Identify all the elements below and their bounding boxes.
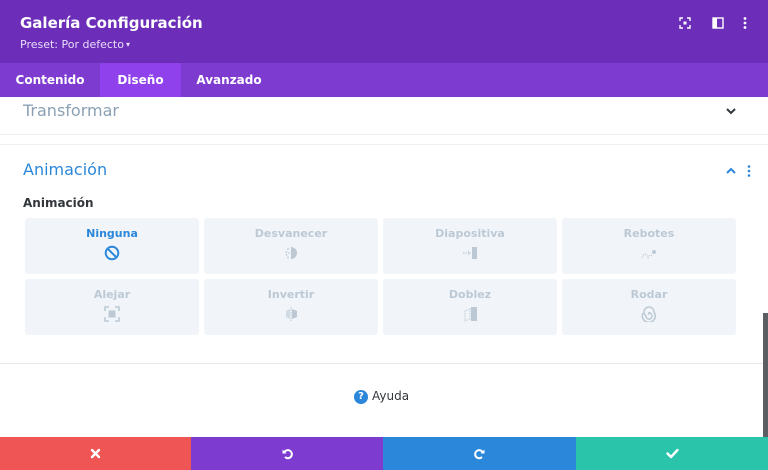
animation-option-bounce[interactable]: Rebotes [562,218,736,274]
chevron-up-icon[interactable] [724,164,738,178]
expand-icon[interactable] [678,16,692,30]
animation-option-fold[interactable]: Doblez [383,279,557,335]
option-label: Diapositiva [435,227,505,240]
animation-field-label: Animación [23,196,94,210]
modal-title: Galería Configuración [20,14,203,32]
scrollbar-thumb[interactable] [763,313,768,437]
tab-contenido[interactable]: Contenido [0,63,100,97]
animation-option-zoom[interactable]: Alejar [25,279,199,335]
zoom-icon [104,306,120,322]
option-label: Invertir [267,288,315,301]
caret-down-icon: ▾ [125,40,130,49]
modal-header: Galería Configuración Preset: Por defect… [0,0,768,63]
animation-option-none[interactable]: Ninguna [25,218,199,274]
redo-icon [474,449,485,460]
fold-icon [464,307,477,322]
roll-icon [641,306,657,322]
undo-icon [282,449,293,460]
section-options-icon[interactable] [747,165,751,177]
option-label: Alejar [93,288,131,301]
option-label: Rodar [630,288,668,301]
transform-section-title: Transformar [23,101,119,120]
animation-section: Animación Animación Ninguna Desvanecer D… [0,144,768,364]
animation-section-title[interactable]: Animación [23,160,107,179]
undo-button[interactable] [191,437,383,470]
animation-option-fade[interactable]: Desvanecer [204,218,378,274]
option-label: Doblez [448,288,492,301]
help-label: Ayuda [372,389,410,403]
option-label: Desvanecer [254,227,328,240]
preset-selector[interactable]: Preset: Por defecto ▾ [20,38,130,51]
more-vertical-icon[interactable] [738,16,752,30]
tab-diseno[interactable]: Diseño [100,63,181,97]
fade-icon [285,247,297,259]
slide-icon [463,247,477,259]
help-icon: ? [354,390,368,404]
footer-action-bar [0,437,768,470]
tab-avanzado[interactable]: Avanzado [181,63,277,97]
preset-label: Preset: Por defecto [20,38,124,51]
split-view-icon[interactable] [711,16,725,30]
option-label: Rebotes [623,227,675,240]
bounce-icon [641,250,656,260]
close-icon [90,448,101,459]
animation-option-roll[interactable]: Rodar [562,279,736,335]
transform-section-header[interactable]: Transformar [0,97,768,135]
animation-option-flip[interactable]: Invertir [204,279,378,335]
redo-button[interactable] [383,437,576,470]
save-button[interactable] [576,437,768,470]
flip-icon [286,307,297,321]
chevron-down-icon[interactable] [724,104,738,118]
none-icon [104,245,120,261]
check-icon [665,448,679,459]
tab-bar: Contenido Diseño Avanzado [0,63,768,97]
cancel-button[interactable] [0,437,191,470]
option-label: Ninguna [86,227,138,240]
animation-option-slide[interactable]: Diapositiva [383,218,557,274]
